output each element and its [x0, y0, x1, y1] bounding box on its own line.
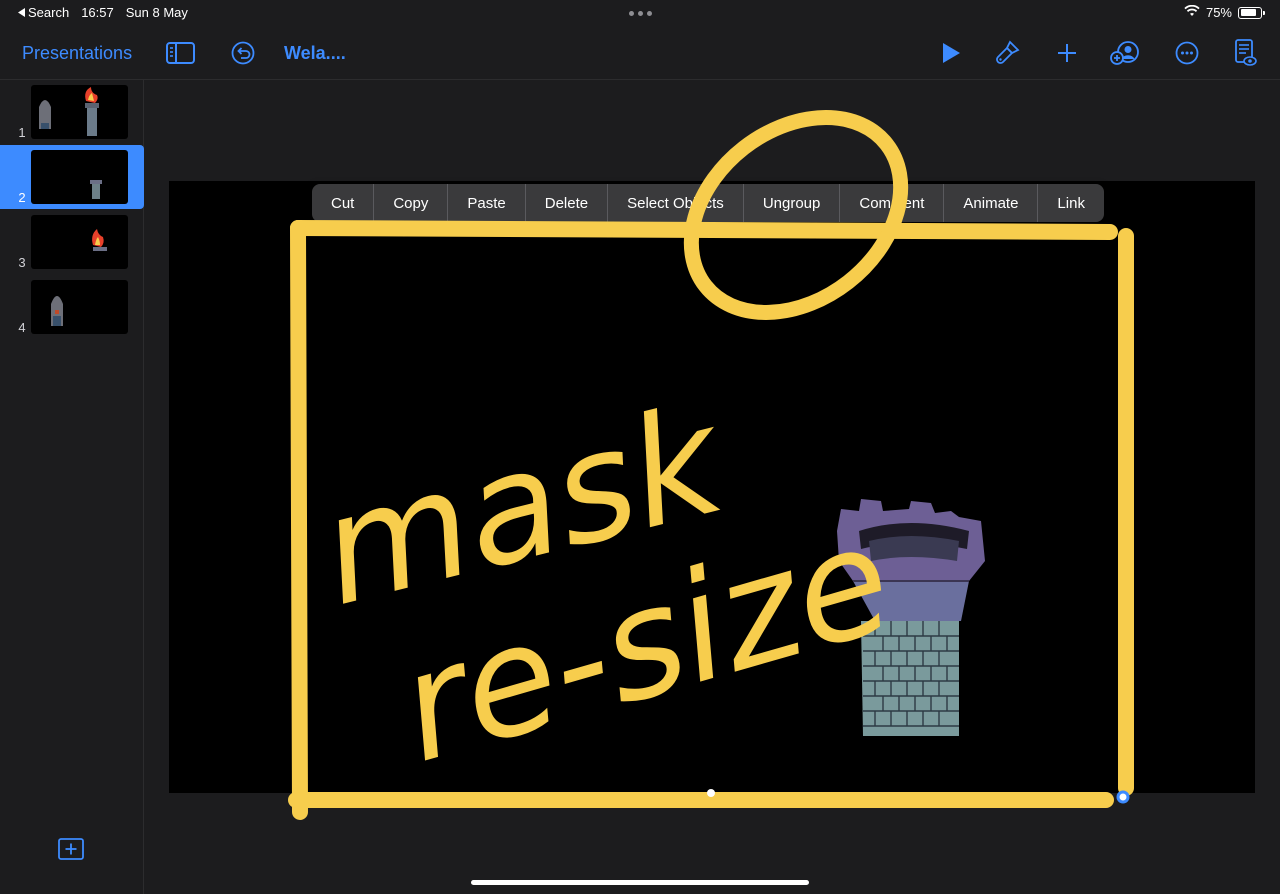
collaborate-icon[interactable]: [1110, 26, 1140, 80]
slide-thumbnail-4[interactable]: 4: [0, 275, 144, 339]
back-triangle-icon: [18, 5, 25, 20]
tower-image[interactable]: [169, 181, 1255, 793]
presentations-button[interactable]: Presentations: [22, 26, 132, 80]
slide-thumbnail-2[interactable]: 2: [0, 145, 144, 209]
copy-menu-item[interactable]: Copy: [373, 184, 447, 222]
undo-icon[interactable]: [231, 26, 255, 80]
home-indicator[interactable]: [471, 880, 809, 885]
delete-menu-item[interactable]: Delete: [524, 184, 607, 222]
slide-preview: [31, 215, 128, 269]
animate-menu-item[interactable]: Animate: [943, 184, 1037, 222]
more-options-icon[interactable]: [1175, 26, 1199, 80]
slide-preview: [31, 280, 128, 334]
status-date: Sun 8 May: [125, 5, 188, 20]
slide-number: 1: [18, 125, 26, 140]
paste-menu-item[interactable]: Paste: [447, 184, 524, 222]
presenter-notes-icon[interactable]: [1234, 26, 1258, 80]
toolbar: Presentations Wela....: [0, 26, 1280, 80]
status-bar: Search 16:57 Sun 8 May 75%: [0, 0, 1280, 26]
slide-navigator: 1 2 3 4: [0, 80, 144, 894]
cut-menu-item[interactable]: Cut: [312, 184, 373, 222]
current-slide[interactable]: [169, 181, 1255, 793]
slide-number: 4: [18, 320, 26, 335]
multitasking-dots-icon[interactable]: [629, 11, 652, 16]
link-menu-item[interactable]: Link: [1037, 184, 1104, 222]
ungroup-menu-item[interactable]: Ungroup: [742, 184, 840, 222]
wifi-icon: [1184, 4, 1200, 20]
slide-thumbnail-3[interactable]: 3: [0, 210, 144, 274]
slide-number: 3: [18, 255, 26, 270]
battery-percent: 75%: [1205, 5, 1232, 20]
back-to-search-link[interactable]: Search: [18, 5, 69, 20]
slide-preview: [31, 150, 128, 204]
back-label: Search: [28, 5, 70, 20]
slide-thumbnail-1[interactable]: 1: [0, 80, 144, 144]
document-title[interactable]: Wela....: [284, 26, 346, 80]
slide-preview: [31, 85, 128, 139]
status-time: 16:57: [81, 5, 114, 20]
comment-menu-item[interactable]: Comment: [839, 184, 943, 222]
sidebar-toggle-icon[interactable]: [166, 26, 195, 80]
slide-number: 2: [18, 190, 26, 205]
play-icon[interactable]: [940, 26, 962, 80]
battery-icon: [1238, 6, 1265, 19]
select-objects-menu-item[interactable]: Select Objects: [607, 184, 743, 222]
format-paintbrush-icon[interactable]: [994, 26, 1020, 80]
add-plus-icon[interactable]: [1056, 26, 1078, 80]
add-slide-button[interactable]: [58, 838, 84, 865]
context-menu: Cut Copy Paste Delete Select Objects Ung…: [312, 184, 1104, 222]
